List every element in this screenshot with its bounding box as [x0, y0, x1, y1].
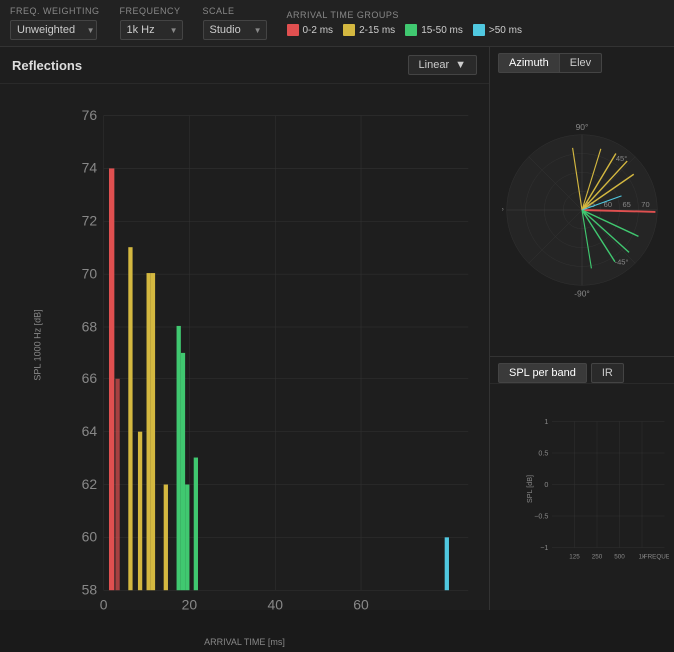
freq-weighting-group: FREQ. WEIGHTING Unweighted A-Weighted C-… — [10, 6, 100, 40]
tab-elevation[interactable]: Elev — [560, 53, 602, 73]
svg-text:0: 0 — [100, 597, 108, 612]
svg-text:−1: −1 — [540, 543, 548, 552]
arrival-label-15-50: 15-50 ms — [421, 25, 463, 36]
arrival-time-label: ARRIVAL TIME GROUPS — [287, 10, 522, 20]
svg-text:70: 70 — [641, 200, 649, 209]
spl-tabs: SPL per band IR — [490, 357, 674, 384]
svg-text:90°: 90° — [576, 122, 589, 132]
svg-text:-90°: -90° — [574, 288, 590, 298]
polar-chart-svg: 90° -90° 0° 45° -45° 70 65 60 55 — [502, 90, 662, 330]
linear-dropdown-arrow-icon: ▼ — [455, 59, 466, 71]
polar-tabs: Azimuth Elev — [490, 47, 674, 73]
svg-text:68: 68 — [82, 318, 98, 334]
svg-text:64: 64 — [82, 423, 98, 439]
main-content: Reflections Linear ▼ SPL 1000 Hz [dB] .g… — [0, 47, 674, 610]
arrival-time-groups: ARRIVAL TIME GROUPS 0-2 ms 2-15 ms 15-50… — [287, 10, 522, 36]
spl-chart-svg: 1 0.5 0 −0.5 −1 SPL [dB] 125 250 — [525, 389, 669, 580]
svg-text:FREQUEN...: FREQUEN... — [644, 553, 669, 560]
linear-dropdown[interactable]: Linear ▼ — [408, 55, 477, 75]
bar-yellow-2 — [138, 432, 142, 591]
y-axis-label: SPL 1000 Hz [dB] — [33, 309, 43, 380]
arrival-color-0-2 — [287, 24, 299, 36]
arrival-item-50plus: >50 ms — [473, 24, 522, 36]
tab-spl-per-band[interactable]: SPL per band — [498, 363, 587, 383]
arrival-label-50plus: >50 ms — [489, 25, 522, 36]
svg-text:66: 66 — [82, 370, 98, 386]
freq-weighting-wrapper: Unweighted A-Weighted C-Weighted ▼ — [10, 20, 100, 40]
reflections-chart-svg: .grid-line { stroke: #333; stroke-width:… — [50, 94, 479, 612]
bar-green-4 — [194, 458, 198, 591]
bar-cyan-1 — [445, 537, 449, 590]
svg-text:76: 76 — [82, 107, 98, 123]
svg-text:125: 125 — [569, 553, 580, 560]
svg-text:65: 65 — [622, 200, 630, 209]
frequency-group: FREQUENCY 1k Hz 125 Hz 250 Hz 500 Hz 2k … — [120, 6, 183, 40]
svg-text:500: 500 — [614, 553, 625, 560]
bar-yellow-1 — [128, 247, 132, 590]
frequency-select[interactable]: 1k Hz 125 Hz 250 Hz 500 Hz 2k Hz — [120, 20, 183, 40]
svg-text:40: 40 — [267, 597, 283, 612]
svg-text:60: 60 — [82, 529, 98, 545]
scale-label: SCALE — [203, 6, 267, 16]
linear-dropdown-label: Linear — [419, 59, 450, 71]
arrival-label-2-15: 2-15 ms — [359, 25, 395, 36]
reflections-chart-area: SPL 1000 Hz [dB] .grid-line { stroke: #3… — [0, 84, 489, 652]
svg-text:-45°: -45° — [615, 257, 629, 266]
scale-group: SCALE Studio Hall Church ▼ — [203, 6, 267, 40]
frequency-wrapper: 1k Hz 125 Hz 250 Hz 500 Hz 2k Hz ▼ — [120, 20, 183, 40]
bar-yellow-3 — [147, 273, 151, 590]
arrival-label-0-2: 0-2 ms — [303, 25, 334, 36]
svg-text:70: 70 — [82, 265, 98, 281]
arrival-color-2-15 — [343, 24, 355, 36]
reflections-panel: Reflections Linear ▼ SPL 1000 Hz [dB] .g… — [0, 47, 490, 610]
tab-ir[interactable]: IR — [591, 363, 624, 383]
top-bar: FREQ. WEIGHTING Unweighted A-Weighted C-… — [0, 0, 674, 47]
bar-yellow-4 — [151, 273, 155, 590]
bar-red-1 — [109, 168, 114, 590]
polar-chart-container: 90° -90° 0° 45° -45° 70 65 60 55 — [490, 73, 674, 346]
freq-weighting-label: FREQ. WEIGHTING — [10, 6, 100, 16]
bar-green-3 — [185, 485, 189, 591]
reflections-header: Reflections Linear ▼ — [0, 47, 489, 84]
spl-section: SPL per band IR 1 0.5 0 −0.5 — [490, 357, 674, 610]
svg-text:62: 62 — [82, 476, 98, 492]
bar-green-1 — [177, 326, 181, 590]
bar-green-2 — [181, 353, 185, 590]
tab-azimuth[interactable]: Azimuth — [498, 53, 560, 73]
right-panel: Azimuth Elev 90° — [490, 47, 674, 610]
spl-chart-area: 1 0.5 0 −0.5 −1 SPL [dB] 125 250 — [490, 384, 674, 610]
svg-text:45°: 45° — [616, 154, 627, 163]
bar-red-2 — [115, 379, 119, 590]
frequency-label: FREQUENCY — [120, 6, 183, 16]
svg-text:20: 20 — [182, 597, 198, 612]
svg-text:0: 0 — [544, 480, 548, 489]
arrival-item-15-50: 15-50 ms — [405, 24, 463, 36]
scale-wrapper: Studio Hall Church ▼ — [203, 20, 267, 40]
polar-section: Azimuth Elev 90° — [490, 47, 674, 357]
svg-text:0.5: 0.5 — [538, 449, 548, 458]
svg-text:58: 58 — [82, 581, 98, 597]
svg-text:SPL [dB]: SPL [dB] — [525, 475, 534, 503]
arrival-item-0-2: 0-2 ms — [287, 24, 334, 36]
arrival-items-container: 0-2 ms 2-15 ms 15-50 ms >50 ms — [287, 24, 522, 36]
arrival-item-2-15: 2-15 ms — [343, 24, 395, 36]
bar-yellow-5 — [164, 485, 168, 591]
svg-text:74: 74 — [82, 160, 98, 176]
x-axis-label: ARRIVAL TIME [ms] — [204, 637, 285, 647]
svg-text:72: 72 — [82, 213, 98, 229]
scale-select[interactable]: Studio Hall Church — [203, 20, 267, 40]
reflections-title: Reflections — [12, 58, 82, 73]
svg-text:0°: 0° — [502, 205, 504, 215]
svg-text:1: 1 — [544, 417, 548, 426]
arrival-color-50plus — [473, 24, 485, 36]
svg-text:250: 250 — [592, 553, 603, 560]
svg-text:60: 60 — [353, 597, 369, 612]
svg-text:−0.5: −0.5 — [534, 512, 548, 521]
arrival-color-15-50 — [405, 24, 417, 36]
freq-weighting-select[interactable]: Unweighted A-Weighted C-Weighted — [10, 20, 97, 40]
